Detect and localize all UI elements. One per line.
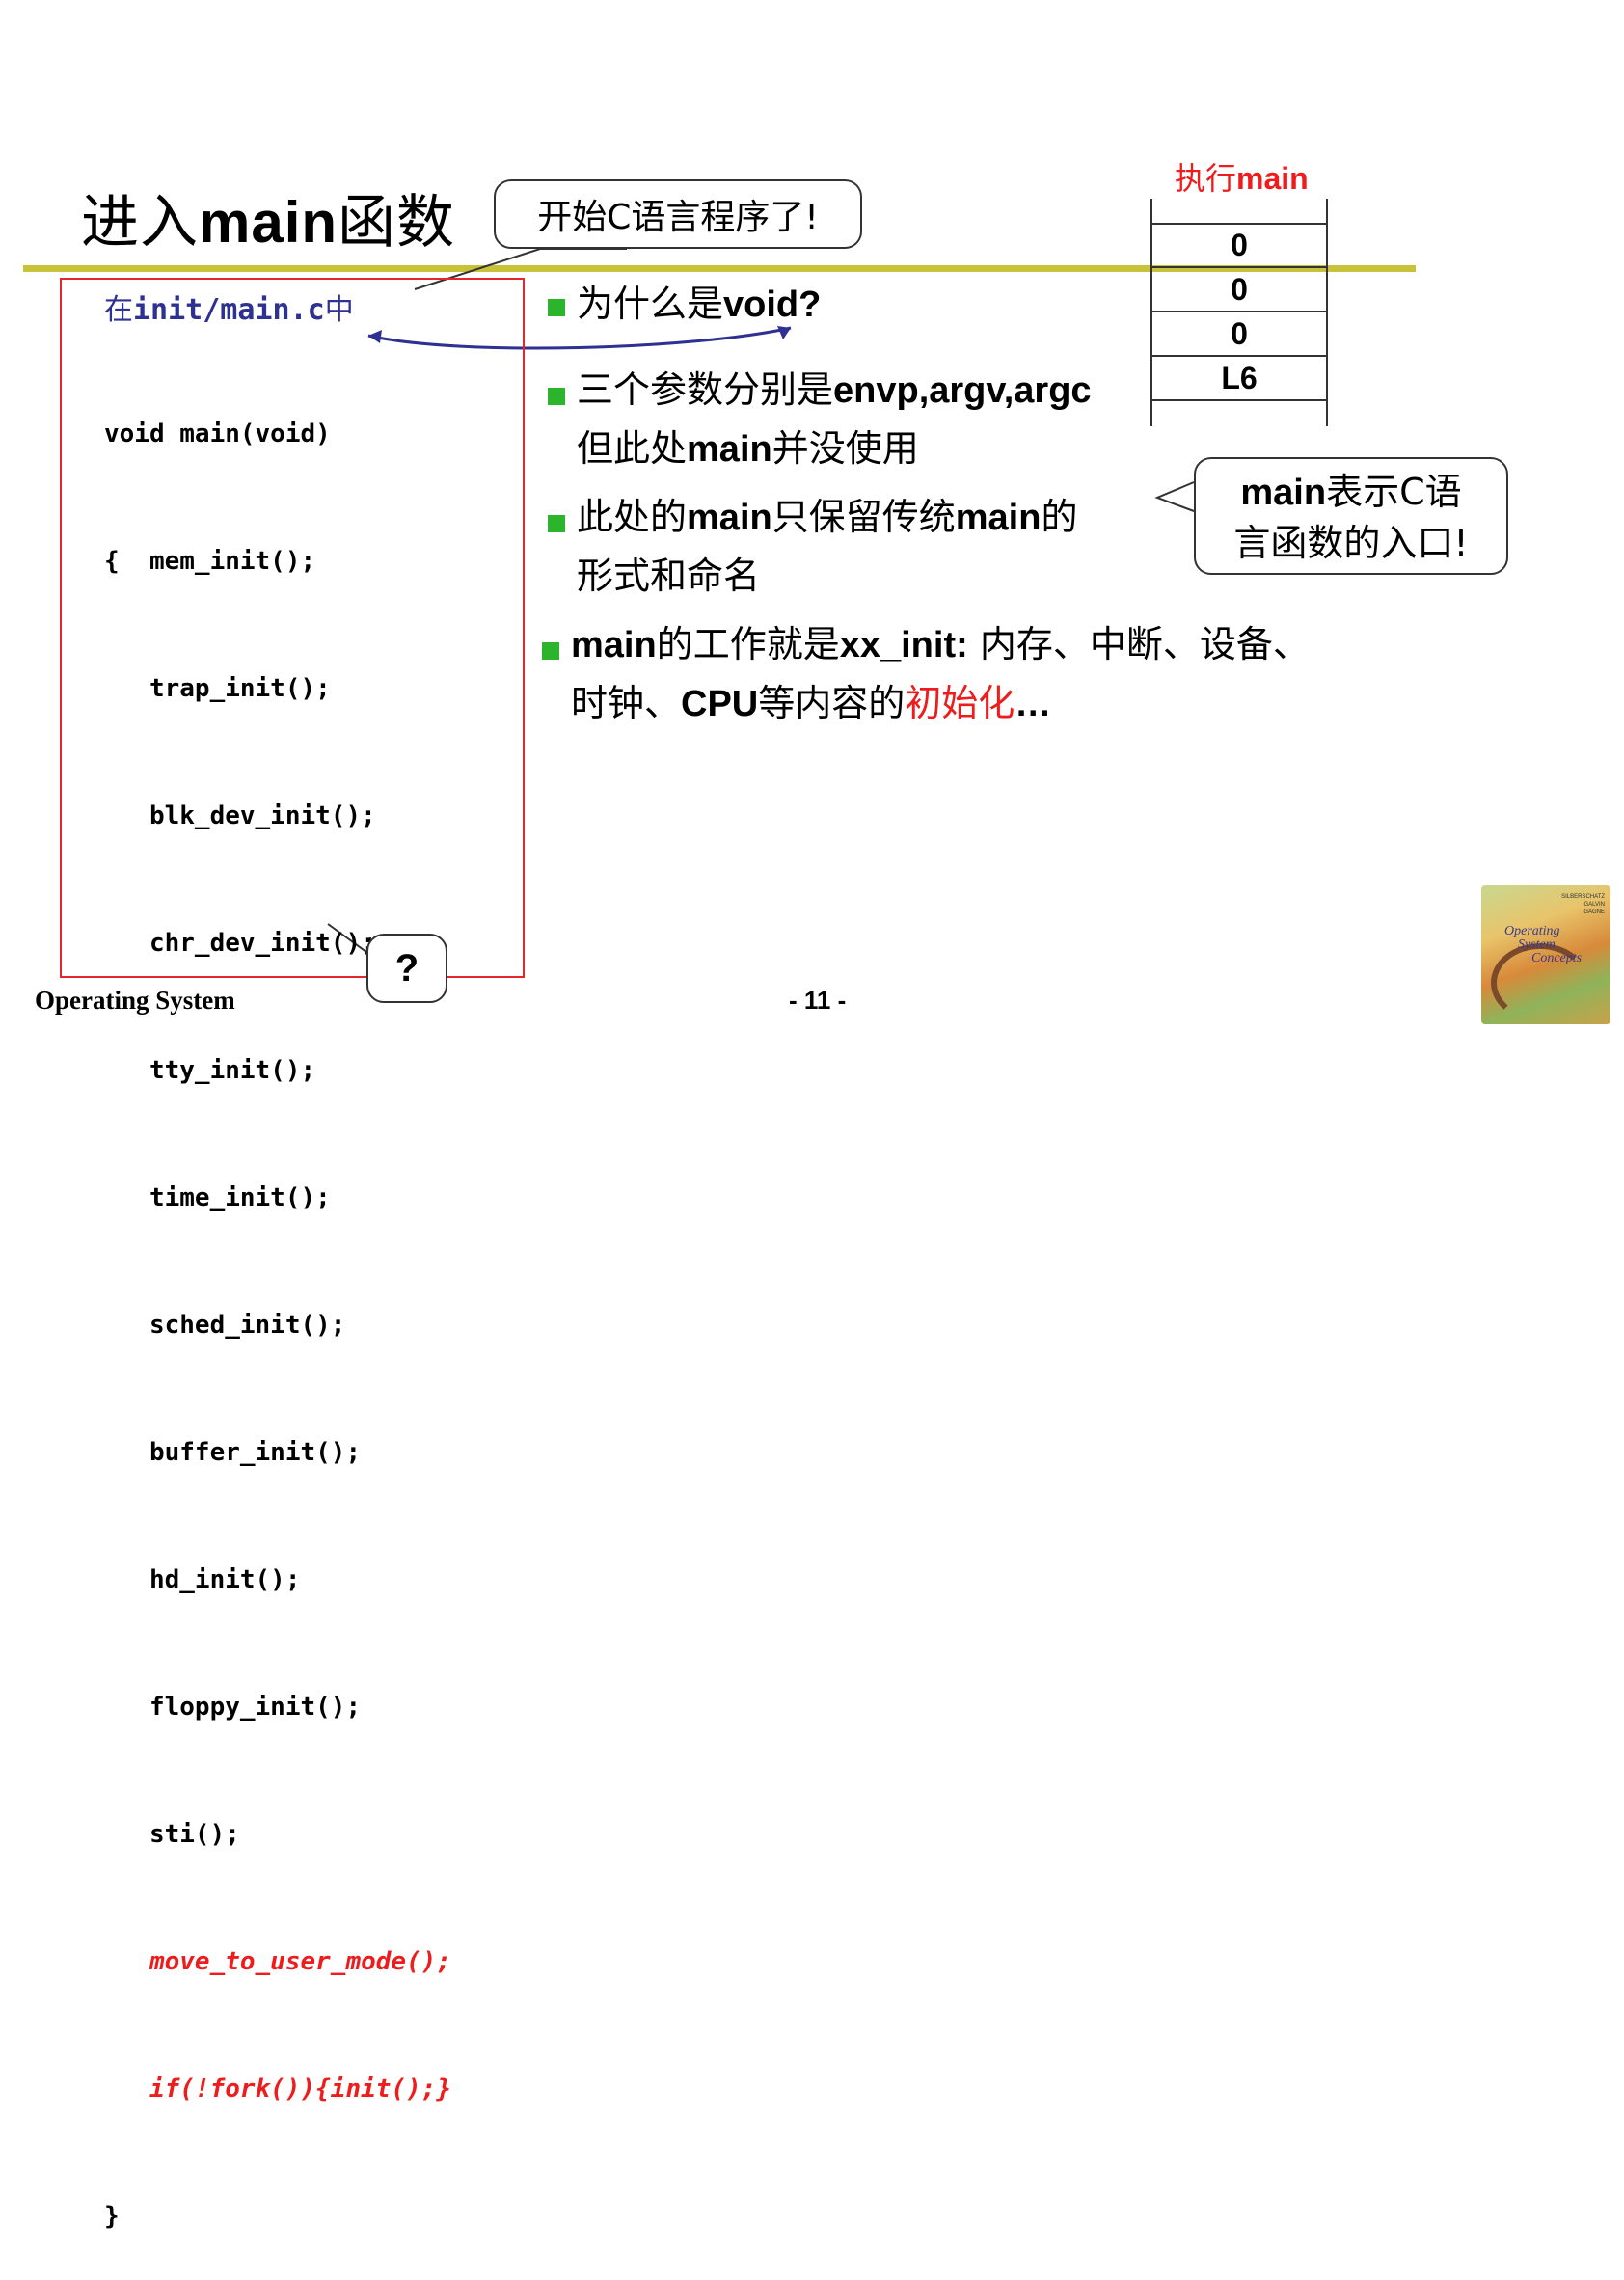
code-line: { mem_init(); bbox=[104, 547, 316, 576]
path-text: 在 bbox=[104, 293, 133, 327]
bullet-icon bbox=[548, 388, 565, 405]
bullet-text: 的 bbox=[1041, 496, 1078, 538]
bullet-text: main bbox=[571, 625, 657, 665]
page-number: - 11 - bbox=[789, 986, 847, 1015]
footer-course: Operating System bbox=[35, 986, 235, 1015]
book-author: GAGNE bbox=[1583, 909, 1605, 915]
code-block: void main(void) { mem_init(); trap_init(… bbox=[104, 328, 451, 2280]
right-callout-tail bbox=[1154, 481, 1195, 512]
bullet-void: 为什么是void? bbox=[577, 275, 821, 334]
bullet-text: 三个参数分别是 bbox=[577, 368, 834, 411]
bullet-text: 但此处 bbox=[577, 427, 688, 470]
book-title: Concepts bbox=[1531, 951, 1583, 965]
stack-cell: L6 bbox=[1151, 357, 1327, 401]
code-line: hd_init(); bbox=[104, 1565, 301, 1594]
code-line: sched_init(); bbox=[104, 1311, 346, 1340]
bullet-text: envp,argv,argc bbox=[833, 370, 1092, 411]
stack-label-text: main bbox=[1236, 161, 1309, 196]
stack-label: 执行main bbox=[1175, 154, 1309, 199]
bullet-icon bbox=[548, 515, 565, 532]
stack-diagram: 0 0 0 L6 bbox=[1151, 224, 1327, 401]
stack-cell: 0 bbox=[1151, 224, 1327, 268]
bullet-init: main的工作就是xx_init: 内存、中断、设备、 时钟、CPU等内容的初始… bbox=[571, 615, 1310, 733]
code-line: tty_init(); bbox=[104, 1056, 316, 1085]
code-line: } bbox=[104, 2202, 120, 2231]
bullet-text: 只保留传统 bbox=[771, 496, 956, 538]
callout-text: ? bbox=[394, 946, 420, 990]
bullet-text: 形式和命名 bbox=[577, 555, 761, 597]
code-line: trap_init(); bbox=[104, 674, 331, 703]
code-line-highlight: move_to_user_mode(); bbox=[104, 1947, 452, 1976]
bullet-text: 此处的 bbox=[577, 496, 688, 538]
path-text: 中 bbox=[324, 293, 354, 327]
code-line: time_init(); bbox=[104, 1183, 331, 1212]
bullet-text: 的工作就是 bbox=[656, 623, 840, 665]
code-line-highlight: if(!fork()){init();} bbox=[104, 2075, 452, 2104]
code-line: floppy_init(); bbox=[104, 1693, 362, 1722]
code-line: void main(void) bbox=[104, 420, 331, 448]
bullet-text: void? bbox=[723, 285, 822, 325]
bullet-text: xx_init: bbox=[839, 625, 968, 665]
book-cover-logo: SILBERSCHATZ GALVIN GAGNE Operating Syst… bbox=[1481, 885, 1610, 1024]
stack-cell: 0 bbox=[1151, 312, 1327, 357]
book-author: GALVIN bbox=[1583, 902, 1605, 908]
bullet-text: … bbox=[1015, 684, 1052, 724]
bullet-text: 为什么是 bbox=[577, 283, 724, 325]
bullet-text: main bbox=[687, 498, 772, 538]
bullet-text: CPU bbox=[681, 684, 759, 724]
callout-entry-point: main表示C语 言函数的入口! bbox=[1194, 457, 1508, 575]
bullet-text: 等内容的 bbox=[758, 682, 906, 724]
code-line: sti(); bbox=[104, 1820, 240, 1849]
bullet-text: 内存、中断、设备、 bbox=[967, 623, 1310, 665]
bullet-traditional: 此处的main只保留传统main的 形式和命名 bbox=[577, 488, 1077, 605]
bullet-icon bbox=[548, 299, 565, 316]
source-path: 在init/main.c中 bbox=[104, 285, 354, 328]
book-author: SILBERSCHATZ bbox=[1561, 894, 1605, 900]
callout-text: 表示C语 bbox=[1326, 471, 1462, 513]
stack-cell: 0 bbox=[1151, 268, 1327, 312]
callout-question: ? bbox=[366, 934, 447, 1003]
path-file: init/main.c bbox=[133, 293, 325, 327]
bullet-text: 并没使用 bbox=[771, 427, 919, 470]
bullet-text: main bbox=[687, 429, 772, 470]
callout-text: main bbox=[1240, 473, 1327, 513]
code-line: buffer_init(); bbox=[104, 1438, 362, 1467]
bullet-icon bbox=[542, 642, 559, 660]
bullet-text: 时钟、 bbox=[571, 682, 682, 724]
stack-label-text: 执行 bbox=[1175, 160, 1237, 197]
callout-text: 言函数的入口! bbox=[1233, 522, 1469, 564]
bullet-text: main bbox=[955, 498, 1042, 538]
book-authors: SILBERSCHATZ GALVIN GAGNE bbox=[1561, 893, 1605, 916]
bullet-params: 三个参数分别是envp,argv,argc 但此处main并没使用 bbox=[577, 361, 1092, 478]
bullet-text-highlight: 初始化 bbox=[905, 682, 1015, 724]
code-line: blk_dev_init(); bbox=[104, 801, 376, 830]
